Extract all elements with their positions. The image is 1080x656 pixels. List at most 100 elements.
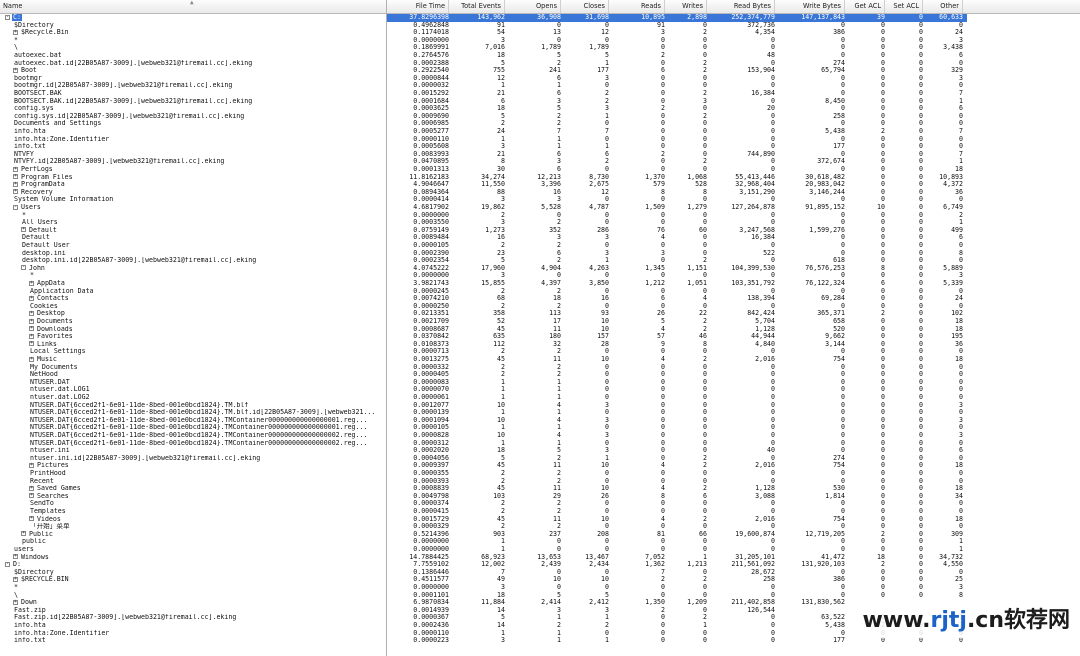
expand-toggle-icon[interactable]: + bbox=[13, 576, 18, 582]
tree-row-name-cell[interactable]: ntuser.ini bbox=[29, 447, 415, 455]
tree-row-name-cell[interactable]: autoexec.bat bbox=[13, 52, 399, 60]
tree-row-name-cell[interactable]: + Searches bbox=[29, 493, 415, 501]
tree-row-name-cell[interactable]: NTUSER.DAT{6cced2f1-6e01-11de-8bed-001e0… bbox=[29, 409, 415, 417]
tree-row-name-cell[interactable]: Fast.zip.id[22B05A87-3009].[webweb321@fi… bbox=[13, 614, 399, 622]
column-header-write-bytes[interactable]: Write Bytes bbox=[775, 0, 845, 13]
tree-row-name-cell[interactable]: All Users bbox=[21, 219, 407, 227]
tree-row-name-cell[interactable]: My Documents bbox=[29, 364, 415, 372]
tree-row-name-cell[interactable]: \ bbox=[13, 44, 399, 52]
tree-row-name-cell[interactable]: Default bbox=[21, 234, 407, 242]
tree-row[interactable]: + Pictures 0.0009397 45 11 10 4 2 2,016 754 0 0 18 bbox=[0, 462, 1080, 470]
expand-toggle-icon[interactable]: + bbox=[29, 341, 34, 347]
tree-row-name-cell[interactable]: desktop.ini bbox=[21, 250, 407, 258]
tree-row[interactable]: + Recovery 0.0894364 88 16 12 8 8 3,151,290 3,146… bbox=[0, 189, 1080, 197]
expand-toggle-icon[interactable]: + bbox=[21, 531, 26, 537]
tree-row[interactable]: + Desktop 0.0213351 358 113 93 26 22 842,424 365,… bbox=[0, 310, 1080, 318]
tree-row[interactable]: + $RECYCLE.BIN 0.4511577 49 10 10 2 2 258 386 0 0 25 bbox=[0, 576, 1080, 584]
tree-row[interactable]: info.hta 0.0005277 24 7 7 0 0 0 5,438 2 0 7 bbox=[0, 128, 1080, 136]
tree-row[interactable]: + Contacts 0.0074210 68 18 16 6 4 138,394 69,284 0… bbox=[0, 295, 1080, 303]
tree-row[interactable]: BOOTSECT.BAK 0.0015292 21 6 2 0 2 16,384 0 0 0 7 bbox=[0, 90, 1080, 98]
tree-row-name-cell[interactable]: $Directory bbox=[13, 569, 399, 577]
tree-row-name-cell[interactable]: \ bbox=[13, 592, 399, 600]
tree-row[interactable]: $Directory 0.4962848 91 0 0 91 0 372,736 0 0 0 0 bbox=[0, 22, 1080, 30]
tree-row-name-cell[interactable]: Fast.zip bbox=[13, 607, 399, 615]
tree-row-name-cell[interactable]: config.sys bbox=[13, 105, 399, 113]
tree-row-name-cell[interactable]: NetHood bbox=[29, 371, 415, 379]
collapse-toggle-icon[interactable]: - bbox=[5, 14, 10, 20]
tree-row-name-cell[interactable]: Application Data bbox=[29, 288, 415, 296]
tree-row[interactable]: info.txt 0.0005608 3 1 1 0 0 0 177 0 0 0 bbox=[0, 143, 1080, 151]
collapse-toggle-icon[interactable]: - bbox=[13, 204, 18, 210]
tree-row[interactable]: ntuser.ini.id[22B05A87-3009].[webweb321@… bbox=[0, 455, 1080, 463]
tree-row-name-cell[interactable]: + Default bbox=[21, 227, 407, 235]
tree-row-name-cell[interactable]: NTVFY bbox=[13, 151, 399, 159]
tree-row-name-cell[interactable]: + Saved Games bbox=[29, 485, 415, 493]
tree-row[interactable]: + Music 0.0013275 45 11 10 4 2 2,016 754 0 0 18 bbox=[0, 356, 1080, 364]
tree-row[interactable]: ntuser.dat.LOG2 0.0000061 1 1 0 0 0 0 0 0 0 0 bbox=[0, 394, 1080, 402]
expand-toggle-icon[interactable]: + bbox=[13, 554, 18, 560]
tree-row-name-cell[interactable]: Cookies bbox=[29, 303, 415, 311]
tree-row-name-cell[interactable]: users bbox=[13, 546, 399, 554]
tree-row[interactable]: PrintHood 0.0000355 2 2 0 0 0 0 0 0 0 0 bbox=[0, 470, 1080, 478]
tree-row-name-cell[interactable]: NTUSER.DAT{6cced2f1-6e01-11de-8bed-001e0… bbox=[29, 432, 415, 440]
tree-row[interactable]: * 0.0000000 3 0 0 0 0 0 0 0 0 3 bbox=[0, 584, 1080, 592]
tree-row-name-cell[interactable]: NTUSER.DAT{6cced2f1-6e01-11de-8bed-001e0… bbox=[29, 417, 415, 425]
tree-row[interactable]: + Searches 0.0049798 103 29 26 8 6 3,088 1,814 0 0 3… bbox=[0, 493, 1080, 501]
tree-row-name-cell[interactable]: + $RECYCLE.BIN bbox=[13, 576, 399, 584]
tree-row-name-cell[interactable]: NTUSER.DAT bbox=[29, 379, 415, 387]
tree-row-name-cell[interactable]: NTUSER.DAT{6cced2f1-6e01-11de-8bed-001e0… bbox=[29, 424, 415, 432]
expand-toggle-icon[interactable]: + bbox=[29, 280, 34, 286]
tree-row[interactable]: ntuser.ini 0.0002020 18 5 3 0 0 40 0 0 0 6 bbox=[0, 447, 1080, 455]
tree-row-name-cell[interactable]: ntuser.ini.id[22B05A87-3009].[webweb321@… bbox=[29, 455, 415, 463]
tree-row[interactable]: desktop.ini.id[22B05A87-3009].[webweb321… bbox=[0, 257, 1080, 265]
tree-row-name-cell[interactable]: info.hta:Zone.Identifier bbox=[13, 136, 399, 144]
tree-row[interactable]: NTUSER.DAT{6cced2f1-6e01-11de-8bed-001e0… bbox=[0, 432, 1080, 440]
tree-row[interactable]: + PerfLogs 0.0001313 30 6 0 0 0 0 0 0 0 18 bbox=[0, 166, 1080, 174]
expand-toggle-icon[interactable]: + bbox=[29, 295, 34, 301]
expand-toggle-icon[interactable]: + bbox=[29, 318, 34, 324]
column-header-other[interactable]: Other bbox=[923, 0, 963, 13]
expand-toggle-icon[interactable]: + bbox=[29, 493, 34, 499]
tree-row[interactable]: bootmgr.id[22B05A87-3009].[webweb321@fir… bbox=[0, 82, 1080, 90]
tree-row[interactable]: + Favorites 0.0370842 635 180 157 57 46 44,944 9,… bbox=[0, 333, 1080, 341]
tree-row[interactable]: * 0.0000000 3 0 0 0 0 0 0 0 0 3 bbox=[0, 37, 1080, 45]
tree-row-name-cell[interactable]: + Desktop bbox=[29, 310, 415, 318]
tree-row-name-cell[interactable]: NTVFY.id[22B05A87-3009].[webweb321@firem… bbox=[13, 158, 399, 166]
tree-row-name-cell[interactable]: + Windows bbox=[13, 554, 399, 562]
tree-row[interactable]: + Saved Games 0.0008839 45 11 10 4 2 1,128 530 0 0 1… bbox=[0, 485, 1080, 493]
expand-toggle-icon[interactable]: + bbox=[29, 310, 34, 316]
tree-row-name-cell[interactable]: + Links bbox=[29, 341, 415, 349]
tree-row[interactable]: BOOTSECT.BAK.id[22B05A87-3009].[webweb32… bbox=[0, 98, 1080, 106]
tree-row-name-cell[interactable]: SendTo bbox=[29, 500, 415, 508]
tree-row-name-cell[interactable]: * bbox=[13, 37, 399, 45]
tree-row-name-cell[interactable]: - D: bbox=[5, 561, 391, 569]
expand-toggle-icon[interactable]: + bbox=[13, 174, 18, 180]
tree-row[interactable]: NTVFY.id[22B05A87-3009].[webweb321@firem… bbox=[0, 158, 1080, 166]
tree-row[interactable]: - John 4.0745222 17,960 4,904 4,263 1,345 1,151… bbox=[0, 265, 1080, 273]
tree-row[interactable]: desktop.ini 0.0002390 23 6 3 3 0 522 0 0 0 8 bbox=[0, 250, 1080, 258]
column-header-get-acl[interactable]: Get ACL bbox=[845, 0, 885, 13]
tree-row-name-cell[interactable]: + Program Files bbox=[13, 174, 399, 182]
tree-row[interactable]: bootmgr 0.0000844 12 6 3 0 0 0 0 0 0 3 bbox=[0, 75, 1080, 83]
tree-row-name-cell[interactable]: + PerfLogs bbox=[13, 166, 399, 174]
tree-row[interactable]: + AppData 3.9821743 15,855 4,397 3,850 1,212 1,… bbox=[0, 280, 1080, 288]
expand-toggle-icon[interactable]: + bbox=[29, 326, 34, 332]
expand-toggle-icon[interactable]: + bbox=[13, 29, 18, 35]
tree-row-name-cell[interactable]: Default User bbox=[21, 242, 407, 250]
tree-row-name-cell[interactable]: NTUSER.DAT{6cced2f1-6e01-11de-8bed-001e0… bbox=[29, 440, 415, 448]
tree-row-name-cell[interactable]: $Directory bbox=[13, 22, 399, 30]
tree-row[interactable]: Application Data 0.0000245 2 2 0 0 0 0 0 0 0 0 bbox=[0, 288, 1080, 296]
tree-row[interactable]: Default User 0.0000105 2 2 0 0 0 0 0 0 0 0 bbox=[0, 242, 1080, 250]
tree-row[interactable]: Recent 0.0000393 2 2 0 0 0 0 0 0 0 0 bbox=[0, 478, 1080, 486]
tree-row-name-cell[interactable]: PrintHood bbox=[29, 470, 415, 478]
expand-toggle-icon[interactable]: + bbox=[29, 485, 34, 491]
tree-row[interactable]: All Users 0.0003550 3 2 0 0 0 0 0 0 0 1 bbox=[0, 219, 1080, 227]
column-header-writes[interactable]: Writes bbox=[665, 0, 707, 13]
column-header-set-acl[interactable]: Set ACL bbox=[885, 0, 923, 13]
expand-toggle-icon[interactable]: + bbox=[13, 189, 18, 195]
tree-row-name-cell[interactable]: Recent bbox=[29, 478, 415, 486]
tree-row[interactable]: public 0.0000000 1 0 0 0 0 0 0 0 0 1 bbox=[0, 538, 1080, 546]
tree-row-name-cell[interactable]: ntuser.dat.LOG2 bbox=[29, 394, 415, 402]
tree-row[interactable]: info.txt 0.0000223 3 1 1 0 0 0 177 0 0 0 bbox=[0, 637, 1080, 645]
tree-row-name-cell[interactable]: Templates bbox=[29, 508, 415, 516]
